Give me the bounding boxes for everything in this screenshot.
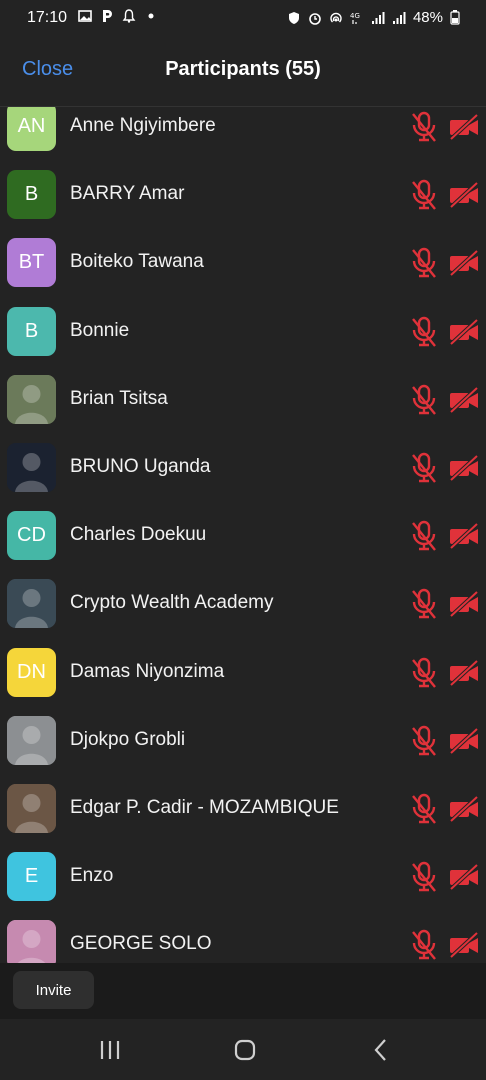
participant-list[interactable]: AN Anne Ngiyimbere B BARRY Amar BT Boiteko Ta…	[0, 107, 486, 963]
mic-muted-icon[interactable]	[410, 588, 438, 620]
avatar: B	[7, 306, 56, 356]
avatar-photo	[7, 443, 56, 492]
participant-row[interactable]: BT Boiteko Tawana	[0, 229, 486, 297]
mic-muted-icon[interactable]	[410, 861, 438, 893]
avatar-photo	[7, 374, 56, 424]
avatar: CD	[7, 511, 56, 561]
participant-row[interactable]: BRUNO Uganda	[0, 434, 486, 502]
shield-icon	[288, 11, 299, 24]
video-off-icon[interactable]	[448, 113, 480, 141]
participant-name: Enzo	[70, 865, 114, 887]
bell-icon	[122, 9, 136, 23]
avatar: E	[7, 852, 56, 902]
participant-name: Charles Doekuu	[70, 524, 207, 546]
participant-row[interactable]: GEORGE SOLO	[0, 911, 486, 963]
participant-row[interactable]: CD Charles Doekuu	[0, 502, 486, 570]
4g-signal-icon: 4G	[350, 12, 360, 24]
battery-icon	[450, 10, 460, 25]
gallery-icon	[78, 10, 92, 22]
video-off-icon[interactable]	[448, 931, 480, 959]
dot-icon	[148, 13, 154, 19]
mic-muted-icon[interactable]	[410, 657, 438, 689]
status-bar: 17:10 4G 48%	[0, 0, 486, 36]
alarm-icon	[309, 12, 321, 25]
system-nav-bar	[0, 1019, 486, 1080]
hotspot-icon	[330, 12, 342, 22]
participant-row[interactable]: AN Anne Ngiyimbere	[0, 107, 486, 161]
participant-row[interactable]: E Enzo	[0, 843, 486, 911]
avatar: B	[7, 170, 56, 220]
footer-bar: Invite	[0, 963, 486, 1019]
video-off-icon[interactable]	[448, 318, 480, 346]
mic-muted-icon[interactable]	[410, 452, 438, 484]
signal-icon	[392, 11, 406, 24]
avatar: BT	[7, 238, 56, 288]
status-time: 17:10	[27, 9, 68, 26]
close-button[interactable]: Close	[22, 58, 73, 81]
participant-name: BRUNO Uganda	[70, 456, 211, 477]
video-off-icon[interactable]	[448, 795, 480, 823]
participant-name: Bonnie	[70, 319, 130, 341]
mic-muted-icon[interactable]	[410, 384, 438, 416]
recent-apps-icon[interactable]	[96, 1037, 124, 1063]
mic-muted-icon[interactable]	[410, 179, 438, 211]
participant-row[interactable]: Djokpo Grobli	[0, 707, 486, 775]
participant-name: Boiteko Tawana	[70, 251, 204, 273]
participant-name: Damas Niyonzima	[70, 660, 225, 682]
back-icon[interactable]	[368, 1037, 396, 1063]
video-off-icon[interactable]	[448, 590, 480, 618]
video-off-icon[interactable]	[448, 522, 480, 550]
mic-muted-icon[interactable]	[410, 929, 438, 961]
participant-row[interactable]: B BARRY Amar	[0, 161, 486, 229]
avatar: DN	[7, 647, 56, 697]
participant-name: Djokpo Grobli	[70, 728, 186, 750]
avatar-photo	[7, 920, 56, 963]
battery-percent: 48%	[412, 9, 443, 26]
video-off-icon[interactable]	[448, 454, 480, 482]
mic-muted-icon[interactable]	[410, 725, 438, 757]
participant-name: Crypto Wealth Academy	[70, 592, 274, 614]
avatar-photo	[7, 715, 56, 765]
signal-icon	[371, 11, 385, 24]
participants-header: Close Participants (55)	[0, 36, 486, 107]
avatar-photo	[7, 579, 56, 629]
participant-name: GEORGE SOLO	[70, 933, 212, 955]
mic-muted-icon[interactable]	[410, 111, 438, 143]
home-icon[interactable]	[231, 1037, 259, 1063]
invite-button[interactable]: Invite	[13, 971, 94, 1009]
participant-row[interactable]: DN Damas Niyonzima	[0, 639, 486, 707]
video-off-icon[interactable]	[448, 386, 480, 414]
video-off-icon[interactable]	[448, 727, 480, 755]
mic-muted-icon[interactable]	[410, 316, 438, 348]
participant-row[interactable]: Edgar P. Cadir - MOZAMBIQUE	[0, 775, 486, 843]
video-off-icon[interactable]	[448, 181, 480, 209]
system-icons: 4G 48%	[287, 9, 460, 26]
participant-name: BARRY Amar	[70, 183, 185, 205]
participant-row[interactable]: Crypto Wealth Academy	[0, 570, 486, 638]
mic-muted-icon[interactable]	[410, 247, 438, 279]
avatar-photo	[7, 784, 56, 833]
svg-text:4G: 4G	[350, 12, 360, 20]
participant-name: Brian Tsitsa	[70, 387, 168, 409]
video-off-icon[interactable]	[448, 659, 480, 687]
avatar: AN	[7, 107, 56, 151]
video-off-icon[interactable]	[448, 863, 480, 891]
participant-row[interactable]: Brian Tsitsa	[0, 366, 486, 434]
mic-muted-icon[interactable]	[410, 793, 438, 825]
mic-muted-icon[interactable]	[410, 520, 438, 552]
parking-p-icon	[103, 10, 112, 22]
notification-icons	[78, 9, 158, 23]
participant-name: Anne Ngiyimbere	[70, 115, 216, 136]
video-off-icon[interactable]	[448, 249, 480, 277]
participant-row[interactable]: B Bonnie	[0, 298, 486, 366]
participant-name: Edgar P. Cadir - MOZAMBIQUE	[70, 797, 339, 818]
